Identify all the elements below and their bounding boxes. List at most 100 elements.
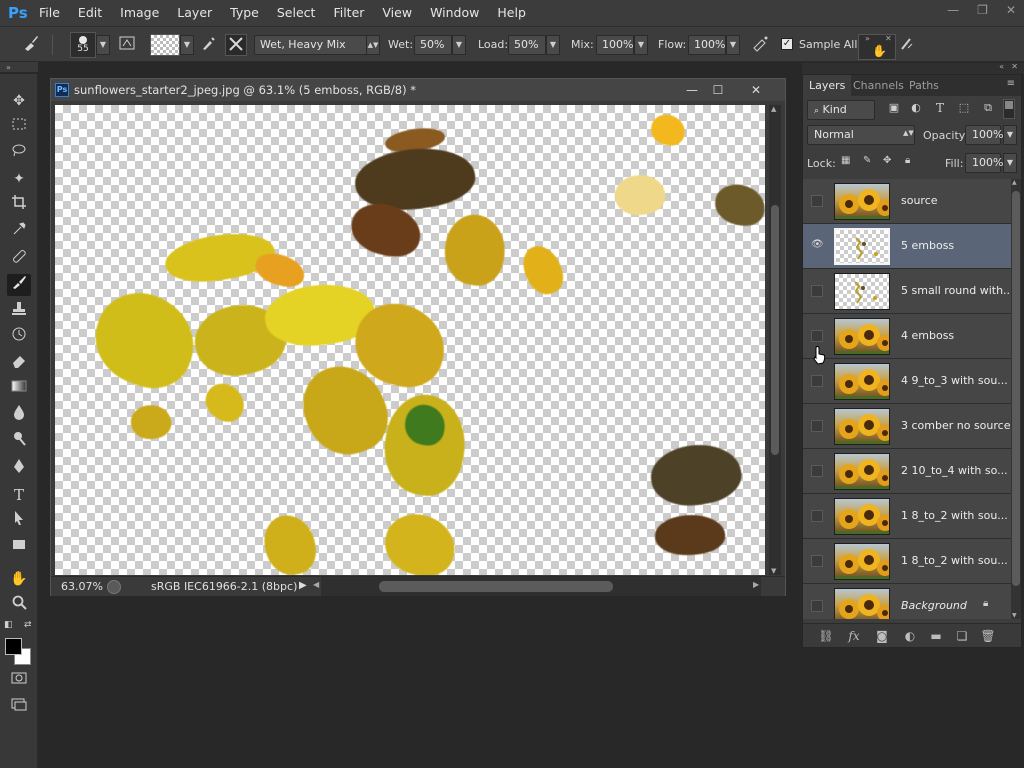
visibility-toggle[interactable] — [811, 285, 823, 297]
collapse-panels-icon[interactable]: « — [999, 62, 1004, 71]
hand-tool-icon[interactable]: ✋ — [7, 568, 31, 590]
type-tool-icon[interactable]: T — [7, 484, 31, 506]
close-button[interactable]: ✕ — [1006, 0, 1016, 20]
lock-position-icon[interactable]: ✥ — [883, 155, 897, 169]
swap-colors-icon[interactable]: ⇄ — [24, 620, 32, 630]
scroll-up-icon[interactable]: ▲ — [1012, 179, 1017, 186]
lasso-tool-icon[interactable] — [7, 142, 31, 164]
menu-window[interactable]: Window — [421, 0, 488, 26]
brush-preset-picker[interactable]: 55 — [70, 32, 96, 58]
zoom-level[interactable]: 63.07% — [61, 580, 103, 593]
tab-layers[interactable]: Layers — [803, 75, 852, 96]
layer-thumbnail[interactable] — [834, 228, 890, 265]
floating-panel-header[interactable]: » ✕ ✋ — [858, 34, 896, 60]
visibility-toggle[interactable] — [811, 375, 823, 387]
blend-mode-select[interactable]: Normal — [807, 125, 915, 145]
vertical-scroll-thumb[interactable] — [771, 205, 779, 455]
doc-minimize-button[interactable]: — — [681, 81, 703, 99]
filter-shape-icon[interactable]: ⬚ — [955, 101, 973, 119]
brush-pressure-size-icon[interactable] — [896, 34, 918, 56]
gradient-tool-icon[interactable] — [7, 378, 31, 400]
chevron-down-icon[interactable]: ▼ — [726, 35, 740, 55]
menu-image[interactable]: Image — [111, 0, 168, 26]
layers-scroll-thumb[interactable] — [1012, 191, 1020, 586]
history-brush-tool-icon[interactable] — [7, 326, 31, 348]
zoom-tool-icon[interactable] — [7, 594, 31, 616]
quick-mask-icon[interactable] — [7, 670, 31, 692]
delete-layer-icon[interactable]: 🗑︎ — [979, 627, 997, 645]
layer-row[interactable]: 5 small round with... — [803, 269, 1011, 314]
scroll-right-icon[interactable]: ▶ — [753, 580, 759, 589]
new-group-icon[interactable]: ▬ — [927, 627, 945, 645]
marquee-tool-icon[interactable] — [7, 116, 31, 138]
toolbar-grip[interactable]: » — [0, 62, 38, 72]
doc-maximize-button[interactable]: ☐ — [707, 81, 729, 99]
new-layer-icon[interactable]: ❏ — [953, 627, 971, 645]
filter-smart-object-icon[interactable]: ⧉ — [979, 101, 997, 119]
mix-input[interactable]: 100% — [596, 35, 634, 55]
layer-style-icon[interactable]: fx — [845, 627, 863, 645]
minimize-button[interactable]: — — [947, 0, 959, 20]
current-brush-load-swatch[interactable] — [150, 34, 180, 56]
chevron-updown-icon[interactable]: ▲▼ — [366, 35, 380, 55]
layer-filter-kind-select[interactable]: ⌕ Kind — [807, 100, 875, 120]
eraser-tool-icon[interactable] — [7, 352, 31, 374]
restore-button[interactable]: ❐ — [977, 0, 988, 20]
screen-mode-icon[interactable] — [7, 696, 31, 718]
layer-thumbnail[interactable] — [834, 498, 890, 535]
horizontal-scroll-thumb[interactable] — [379, 581, 613, 592]
menu-help[interactable]: Help — [488, 0, 535, 26]
lock-all-icon[interactable]: 🔒︎ — [905, 155, 919, 169]
layer-row[interactable]: 👁︎ 5 emboss — [803, 224, 1011, 269]
visibility-toggle[interactable] — [811, 465, 823, 477]
menu-filter[interactable]: Filter — [324, 0, 373, 26]
crop-tool-icon[interactable] — [7, 194, 31, 216]
status-menu-arrow-icon[interactable]: ▶ — [299, 580, 307, 591]
visibility-toggle[interactable] — [811, 330, 823, 342]
chevron-down-icon[interactable]: ▼ — [452, 35, 466, 55]
opacity-input[interactable]: 100% — [965, 125, 1003, 145]
menu-view[interactable]: View — [373, 0, 421, 26]
pen-tool-icon[interactable] — [7, 458, 31, 480]
filter-adjustment-icon[interactable]: ◐ — [907, 101, 925, 119]
layer-thumbnail[interactable] — [834, 183, 890, 220]
lock-image-icon[interactable]: ✎ — [863, 155, 877, 169]
menu-layer[interactable]: Layer — [168, 0, 221, 26]
filter-type-icon[interactable]: T — [931, 101, 949, 119]
layer-thumbnail[interactable] — [834, 543, 890, 580]
rectangle-tool-icon[interactable] — [7, 536, 31, 558]
scroll-down-icon[interactable]: ▼ — [1012, 612, 1017, 619]
layer-row[interactable]: 1 8_to_2 with sou... — [803, 539, 1011, 584]
document-title-bar[interactable]: Ps sunflowers_starter2_jpeg.jpg @ 63.1% … — [51, 79, 785, 101]
clone-stamp-tool-icon[interactable] — [7, 300, 31, 322]
magic-wand-tool-icon[interactable]: ✦ — [7, 168, 31, 190]
adjustment-layer-icon[interactable]: ◐ — [901, 627, 919, 645]
visibility-toggle[interactable] — [811, 420, 823, 432]
chevron-down-icon[interactable]: ▼ — [634, 35, 648, 55]
scroll-down-icon[interactable]: ▼ — [771, 567, 776, 575]
add-mask-icon[interactable]: ◙ — [873, 627, 891, 645]
layer-row[interactable]: 1 8_to_2 with sou... — [803, 494, 1011, 539]
collapse-icon[interactable]: » — [6, 63, 11, 72]
dodge-tool-icon[interactable] — [7, 430, 31, 452]
layer-row[interactable]: 3 comber no source — [803, 404, 1011, 449]
layer-row[interactable]: 2 10_to_4 with so... — [803, 449, 1011, 494]
horizontal-scrollbar[interactable] — [321, 577, 761, 596]
menu-edit[interactable]: Edit — [69, 0, 111, 26]
eye-icon[interactable]: 👁︎ — [811, 240, 824, 252]
load-brush-icon[interactable] — [198, 34, 220, 56]
link-layers-icon[interactable]: ⛓ — [817, 627, 835, 645]
layer-thumbnail[interactable] — [834, 588, 890, 619]
airbrush-icon[interactable] — [750, 34, 772, 56]
mixer-brush-tool-icon[interactable] — [20, 34, 42, 56]
doc-close-button[interactable]: ✕ — [745, 81, 767, 99]
eyedropper-tool-icon[interactable] — [7, 220, 31, 242]
filter-toggle[interactable] — [1003, 99, 1015, 119]
filter-pixel-icon[interactable]: ▣ — [885, 101, 903, 119]
visibility-toggle[interactable] — [811, 555, 823, 567]
menu-file[interactable]: File — [30, 0, 69, 26]
chevron-down-icon[interactable]: ▼ — [546, 35, 560, 55]
panel-dock-grip[interactable]: « ✕ — [802, 62, 1024, 74]
visibility-toggle[interactable] — [811, 600, 823, 612]
chevron-down-icon[interactable]: ▼ — [1003, 125, 1017, 145]
